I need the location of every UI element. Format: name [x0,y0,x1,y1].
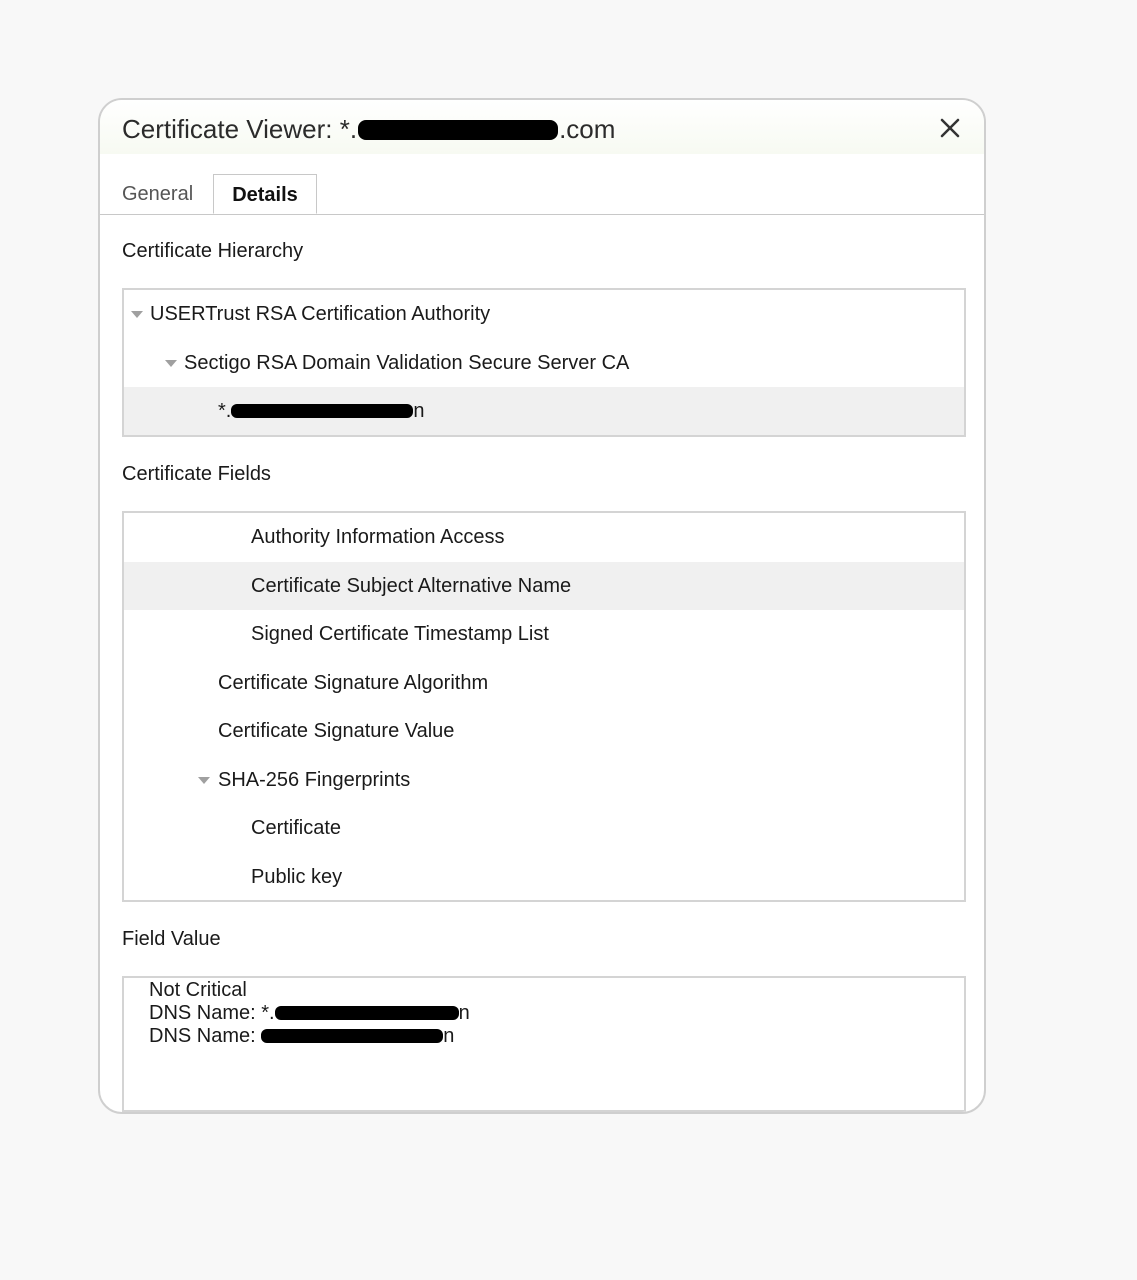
expanded-triangle-icon[interactable] [164,339,178,387]
field-item-label: Certificate Signature Value [218,720,455,742]
hierarchy-item-root[interactable]: USERTrust RSA Certification Authority [124,290,964,338]
dialog-title: Certificate Viewer: *. .com [122,114,615,145]
fields-tree: Authority Information Access Certificate… [122,511,966,902]
value-line: Not Critical [149,979,247,1001]
field-item[interactable]: Authority Information Access [124,513,964,561]
field-item-label: Certificate [251,817,342,839]
hierarchy-item-label: Sectigo RSA Domain Validation Secure Ser… [184,352,630,374]
field-item[interactable]: Certificate [124,804,964,852]
hierarchy-item-label: USERTrust RSA Certification Authority [150,303,491,325]
fields-label: Certificate Fields [122,463,271,485]
hierarchy-label: Certificate Hierarchy [122,240,304,262]
field-value-label: Field Value [122,928,221,950]
field-value-textarea[interactable]: Not Critical DNS Name: *. n DNS Name: n [122,976,966,1112]
redaction-bar [261,1029,444,1043]
tab-details[interactable]: Details [213,174,317,214]
certificate-viewer-dialog: Certificate Viewer: *. .com General Detai… [98,98,986,1114]
title-prefix: Certificate Viewer: *. [122,114,358,144]
field-item[interactable]: Certificate Signature Algorithm [124,659,964,707]
field-item[interactable]: Certificate Signature Value [124,707,964,755]
field-item[interactable]: Signed Certificate Timestamp List [124,610,964,658]
redaction-bar [358,120,559,140]
value-line: DNS Name: n [149,1025,455,1047]
redaction-bar [274,1006,459,1020]
field-item-group[interactable]: SHA-256 Fingerprints [124,756,964,804]
redaction-bar [231,404,414,418]
hierarchy-item-intermediate[interactable]: Sectigo RSA Domain Validation Secure Ser… [124,339,964,387]
close-button[interactable] [938,116,962,140]
hierarchy-item-leaf[interactable]: *. n [124,387,964,435]
tab-general[interactable]: General [122,174,193,214]
expanded-triangle-icon[interactable] [197,756,211,804]
field-item[interactable]: Public key [124,853,964,901]
field-item[interactable]: Certificate Subject Alternative Name [124,562,964,610]
tab-bar: General Details [100,174,984,215]
value-line: DNS Name: *. n [149,1002,470,1024]
field-item-label: Signed Certificate Timestamp List [251,623,549,645]
hierarchy-item-label: *. n [218,400,425,422]
field-item-label: Public key [251,866,343,888]
title-suffix: .com [559,114,616,144]
dialog-titlebar: Certificate Viewer: *. .com [100,100,984,154]
expanded-triangle-icon[interactable] [130,290,144,338]
close-icon [940,118,960,138]
field-item-label: Authority Information Access [251,526,505,548]
hierarchy-tree: USERTrust RSA Certification Authority Se… [122,288,966,437]
field-item-label: SHA-256 Fingerprints [218,769,411,791]
field-item-label: Certificate Subject Alternative Name [251,575,572,597]
field-item-label: Certificate Signature Algorithm [218,672,489,694]
